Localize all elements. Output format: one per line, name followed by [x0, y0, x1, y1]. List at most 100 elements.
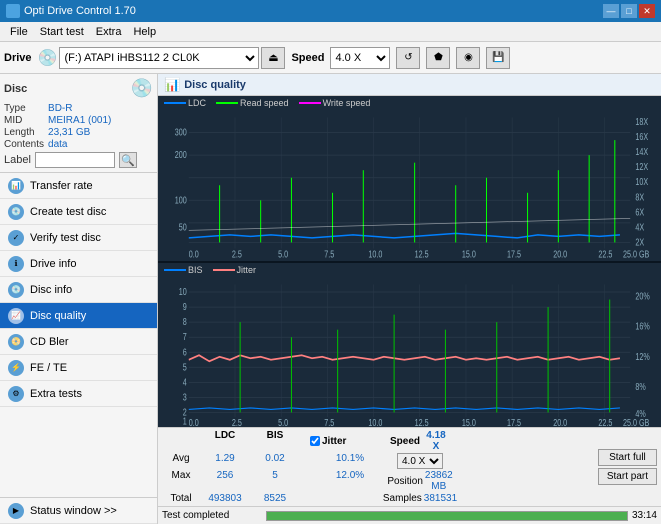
extra-tests-label: Extra tests [30, 388, 82, 400]
speed-dropdown[interactable]: 4.0 X [397, 453, 443, 469]
svg-text:22.5: 22.5 [598, 248, 612, 260]
disc-icon-large: 💿 [131, 78, 153, 99]
menu-start-test[interactable]: Start test [34, 25, 90, 39]
jitter-header-label: Jitter [322, 436, 346, 447]
sidebar-item-drive-info[interactable]: ℹ Drive info [0, 251, 157, 277]
drive-bar: Drive 💿 (F:) ATAPI iHBS112 2 CL0K ⏏ Spee… [0, 42, 661, 74]
svg-text:9: 9 [183, 300, 187, 312]
svg-text:50: 50 [179, 221, 187, 233]
contents-value: data [48, 139, 153, 150]
refresh-button[interactable]: ↺ [396, 47, 420, 69]
svg-text:100: 100 [175, 194, 187, 206]
drive-select[interactable]: (F:) ATAPI iHBS112 2 CL0K [59, 47, 259, 69]
max-jitter: 12.0% [310, 470, 390, 492]
samples-row: Samples 381531 [390, 493, 450, 504]
mid-value: MEIRA1 (001) [48, 115, 153, 126]
bis-legend-color [164, 269, 186, 271]
sidebar-item-cd-bler[interactable]: 📀 CD Bler [0, 329, 157, 355]
contents-label: Contents [4, 139, 44, 150]
disc-info-label: Disc info [30, 284, 72, 296]
max-label: Max [162, 470, 200, 492]
status-window-icon: ▶ [8, 503, 24, 519]
write-speed-legend-label: Write speed [323, 98, 371, 108]
burn-button[interactable]: ◉ [456, 47, 480, 69]
samples-label: Samples [383, 493, 422, 504]
cd-bler-icon: 📀 [8, 334, 24, 350]
chart-bottom-legend: BIS Jitter [158, 263, 661, 277]
save-button[interactable]: 💾 [486, 47, 510, 69]
chart-bottom-container: BIS Jitter [158, 263, 661, 428]
type-value: BD-R [48, 103, 153, 114]
minimize-button[interactable]: — [603, 4, 619, 18]
svg-text:15.0: 15.0 [462, 248, 476, 260]
svg-text:10: 10 [179, 285, 187, 297]
quality-header: 📊 Disc quality [158, 74, 661, 96]
status-window-item[interactable]: ▶ Status window >> [0, 498, 157, 524]
sidebar-item-extra-tests[interactable]: ⚙ Extra tests [0, 381, 157, 407]
cd-bler-label: CD Bler [30, 336, 69, 348]
test-button[interactable]: ⬟ [426, 47, 450, 69]
app-icon [6, 4, 20, 18]
label-input[interactable] [35, 152, 115, 168]
sidebar-nav: 📊 Transfer rate 💿 Create test disc ✓ Ver… [0, 173, 157, 497]
label-label: Label [4, 154, 31, 166]
disc-info-icon: 💿 [8, 282, 24, 298]
svg-text:12%: 12% [635, 350, 649, 362]
empty-header [162, 430, 200, 452]
label-browse-button[interactable]: 🔍 [119, 152, 137, 168]
app-title: Opti Drive Control 1.70 [24, 5, 136, 17]
verify-test-disc-icon: ✓ [8, 230, 24, 246]
read-speed-legend-color [216, 102, 238, 104]
close-button[interactable]: ✕ [639, 4, 655, 18]
disc-section-title: Disc [4, 83, 27, 95]
total-label: Total [162, 493, 200, 504]
menu-file[interactable]: File [4, 25, 34, 39]
svg-text:22.5: 22.5 [598, 416, 612, 427]
svg-text:7.5: 7.5 [324, 416, 334, 427]
empty3 [300, 493, 310, 504]
speed-select[interactable]: 4.0 X [330, 47, 390, 69]
sidebar-item-create-test-disc[interactable]: 💿 Create test disc [0, 199, 157, 225]
jitter-checkbox[interactable] [310, 436, 320, 446]
svg-text:5: 5 [183, 360, 187, 372]
svg-text:5.0: 5.0 [278, 416, 288, 427]
sidebar-status: ▶ Status window >> [0, 497, 157, 524]
sidebar-item-transfer-rate[interactable]: 📊 Transfer rate [0, 173, 157, 199]
svg-text:2X: 2X [635, 236, 644, 248]
svg-text:12.5: 12.5 [415, 416, 429, 427]
svg-text:20%: 20% [635, 290, 649, 302]
total-bis: 8525 [250, 493, 300, 504]
svg-text:0.0: 0.0 [189, 416, 199, 427]
svg-text:300: 300 [175, 126, 187, 138]
start-full-button[interactable]: Start full [598, 449, 657, 466]
start-buttons: Start full Start part [598, 449, 657, 485]
stats-bar: LDC BIS Jitter Speed 4.18 X Avg 1.29 0 [158, 427, 661, 506]
avg-bis: 0.02 [250, 453, 300, 469]
status-window-label: Status window >> [30, 505, 117, 517]
progress-bar-fill [267, 512, 627, 520]
position-value: 23862 MB [425, 470, 453, 492]
speed-header-value: 4.18 X [422, 430, 450, 452]
transfer-rate-label: Transfer rate [30, 180, 93, 192]
menu-help[interactable]: Help [127, 25, 162, 39]
svg-text:17.5: 17.5 [507, 248, 521, 260]
svg-text:3: 3 [183, 391, 187, 403]
verify-test-disc-label: Verify test disc [30, 232, 101, 244]
svg-text:16%: 16% [635, 320, 649, 332]
svg-text:2.5: 2.5 [232, 248, 242, 260]
fe-te-label: FE / TE [30, 362, 67, 374]
svg-text:18X: 18X [635, 116, 648, 128]
sidebar-item-disc-quality[interactable]: 📈 Disc quality [0, 303, 157, 329]
sidebar-item-verify-test-disc[interactable]: ✓ Verify test disc [0, 225, 157, 251]
maximize-button[interactable]: □ [621, 4, 637, 18]
menu-extra[interactable]: Extra [90, 25, 128, 39]
start-part-button[interactable]: Start part [598, 468, 657, 485]
svg-text:0.0: 0.0 [189, 248, 199, 260]
sidebar-item-fe-te[interactable]: ⚡ FE / TE [0, 355, 157, 381]
sidebar-item-disc-info[interactable]: 💿 Disc info [0, 277, 157, 303]
avg-label: Avg [162, 453, 200, 469]
svg-text:16X: 16X [635, 131, 648, 143]
svg-text:14X: 14X [635, 146, 648, 158]
eject-button[interactable]: ⏏ [261, 47, 285, 69]
create-test-disc-label: Create test disc [30, 206, 106, 218]
